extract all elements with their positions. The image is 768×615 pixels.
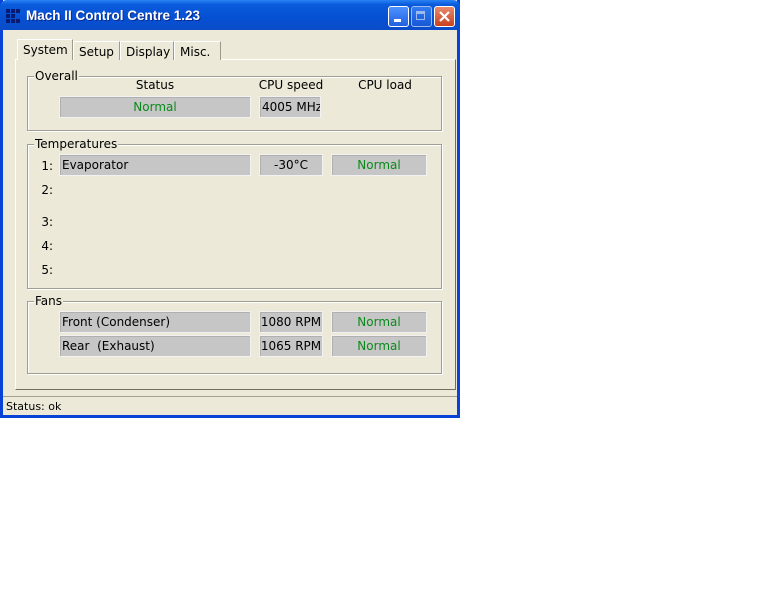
tab-system[interactable]: System xyxy=(17,39,73,60)
title-bar[interactable]: Mach II Control Centre 1.23 xyxy=(0,0,460,30)
fan-name-field: Rear (Exhaust) xyxy=(59,335,251,357)
close-button[interactable] xyxy=(434,6,455,27)
temp-row-label: 3: xyxy=(41,215,53,229)
temp-row-label: 5: xyxy=(41,263,53,277)
app-window: Mach II Control Centre 1.23 System Setup… xyxy=(0,0,460,418)
status-header: Status xyxy=(135,78,175,92)
minimize-button[interactable] xyxy=(388,6,409,27)
temp-row-label: 2: xyxy=(41,183,53,197)
fan-speed-field: 1080 RPM xyxy=(259,311,323,333)
cpu-load-header: CPU load xyxy=(358,78,412,92)
fan-status-field: Normal xyxy=(331,335,427,357)
overall-status-field: Normal xyxy=(59,96,251,118)
temp-row-label: 4: xyxy=(41,239,53,253)
cpu-speed-header: CPU speed xyxy=(258,78,324,92)
status-bar: Status: ok xyxy=(3,396,457,415)
fans-legend: Fans xyxy=(34,294,64,308)
temp-row-label: 1: xyxy=(41,159,53,173)
temp-sensor-name-field: Evaporator xyxy=(59,154,251,176)
fan-name-field: Front (Condenser) xyxy=(59,311,251,333)
tab-misc[interactable]: Misc. xyxy=(174,41,221,60)
temp-status-field: Normal xyxy=(331,154,427,176)
fan-speed-field: 1065 RPM xyxy=(259,335,323,357)
window-title: Mach II Control Centre 1.23 xyxy=(26,8,201,23)
tab-setup[interactable]: Setup xyxy=(73,41,120,60)
maximize-button[interactable] xyxy=(411,6,432,27)
tab-display[interactable]: Display xyxy=(120,41,174,60)
temperatures-legend: Temperatures xyxy=(34,137,119,151)
fan-status-field: Normal xyxy=(331,311,427,333)
cpu-speed-field: 4005 MHz xyxy=(259,96,321,118)
app-grid-icon[interactable] xyxy=(6,9,21,24)
close-icon xyxy=(439,11,450,22)
temp-value-field: -30°C xyxy=(259,154,323,176)
